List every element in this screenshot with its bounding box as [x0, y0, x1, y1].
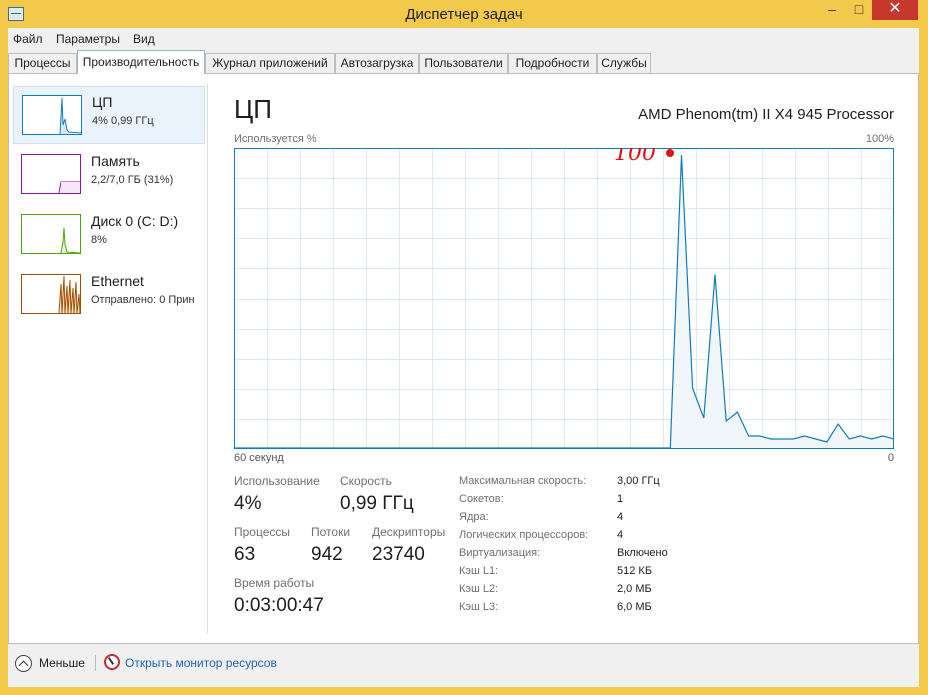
info-value-cores: 4: [617, 511, 624, 523]
axis-time-label: 60 секунд: [234, 452, 284, 464]
handles-value: 23740: [372, 544, 425, 565]
sidebar-item-title: Диск 0 (C: D:): [91, 213, 179, 229]
window-title: Диспетчер задач: [405, 6, 523, 23]
sidebar-item-subtitle: 8%: [91, 234, 107, 246]
minimize-button[interactable]: –: [818, 0, 846, 20]
tab-strip: Процессы Производительность Журнал прило…: [8, 50, 919, 74]
processes-label: Процессы: [234, 525, 291, 539]
info-value-logical-processors: 4: [617, 529, 624, 541]
sidebar-item-title: ЦП: [92, 94, 113, 110]
sidebar-item-memory[interactable]: Память 2,2/7,0 ГБ (31%): [13, 146, 205, 204]
menu-view[interactable]: Вид: [133, 32, 155, 46]
cpu-model-name: AMD Phenom(tm) II X4 945 Processor: [638, 106, 894, 123]
processes-value: 63: [234, 544, 256, 565]
info-key-sockets: Сокетов:: [459, 493, 504, 505]
info-key-l3-cache: Кэш L3:: [459, 601, 499, 613]
close-button[interactable]: ✕: [872, 0, 918, 20]
footer-bar: Меньше Открыть монитор ресурсов: [8, 644, 919, 687]
sidebar-item-ethernet[interactable]: Ethernet Отправлено: 0 Прин: [13, 266, 205, 324]
sidebar-item-disk[interactable]: Диск 0 (C: D:) 8%: [13, 206, 205, 264]
task-manager-window: Диспетчер задач – □ ✕ Файл Параметры Вид…: [0, 0, 928, 695]
speed-label: Скорость: [340, 474, 392, 488]
threads-label: Потоки: [311, 525, 351, 539]
memory-thumbnail: [21, 154, 81, 194]
resource-sidebar: ЦП 4% 0,99 ГГц Память 2,2/7,0 ГБ (31%) Д…: [9, 74, 208, 643]
tab-details[interactable]: Подробности: [508, 53, 597, 74]
info-key-virtualization: Виртуализация:: [459, 547, 541, 559]
info-key-cores: Ядра:: [459, 511, 489, 523]
disk-thumbnail-graph: [21, 214, 81, 254]
threads-value: 942: [311, 544, 343, 565]
info-value-max-speed: 3,00 ГГц: [617, 475, 660, 487]
handwritten-annotation: 100: [614, 141, 674, 166]
disk-thumbnail: [21, 214, 81, 254]
info-key-logical-processors: Логических процессоров:: [459, 529, 589, 541]
uptime-value: 0:03:00:47: [234, 595, 324, 616]
menu-bar: Файл Параметры Вид: [8, 28, 919, 50]
info-key-l2-cache: Кэш L2:: [459, 583, 499, 595]
cpu-detail-pane: ЦП AMD Phenom(tm) II X4 945 Processor Ис…: [234, 74, 904, 643]
cpu-thumbnail: [22, 95, 82, 135]
tab-performance[interactable]: Производительность: [77, 50, 205, 74]
graph-label: Используется %: [234, 133, 317, 145]
usage-value: 4%: [234, 493, 262, 514]
tab-startup[interactable]: Автозагрузка: [335, 53, 419, 74]
graph-max-label: 100%: [865, 133, 894, 145]
axis-zero-label: 0: [887, 452, 894, 464]
memory-thumbnail-graph: [21, 154, 81, 194]
info-value-l2-cache: 2,0 МБ: [617, 583, 652, 595]
performance-panel: ЦП 4% 0,99 ГГц Память 2,2/7,0 ГБ (31%) Д…: [8, 73, 919, 644]
speed-value: 0,99 ГГц: [340, 493, 414, 514]
uptime-label: Время работы: [234, 576, 315, 590]
sidebar-item-cpu[interactable]: ЦП 4% 0,99 ГГц: [13, 86, 205, 144]
resource-monitor-icon[interactable]: [104, 654, 120, 670]
tab-processes[interactable]: Процессы: [8, 53, 77, 74]
sidebar-divider: [207, 84, 208, 634]
info-value-virtualization: Включено: [617, 547, 668, 559]
info-value-sockets: 1: [617, 493, 624, 505]
cpu-usage-graph: 100: [234, 141, 895, 449]
sidebar-item-subtitle: Отправлено: 0 Прин: [91, 294, 195, 306]
info-value-l3-cache: 6,0 МБ: [617, 601, 652, 613]
info-value-l1-cache: 512 КБ: [617, 565, 653, 577]
ethernet-thumbnail-graph: [21, 274, 81, 314]
cpu-thumbnail-graph: [22, 95, 82, 135]
maximize-button[interactable]: □: [846, 0, 872, 20]
page-title: ЦП: [234, 94, 272, 124]
info-key-l1-cache: Кэш L1:: [459, 565, 499, 577]
sidebar-item-title: Память: [91, 153, 140, 169]
usage-label: Использование: [234, 474, 320, 488]
title-bar[interactable]: Диспетчер задач – □ ✕: [0, 0, 928, 28]
client-area: Файл Параметры Вид Процессы Производител…: [8, 28, 919, 687]
sidebar-item-subtitle: 2,2/7,0 ГБ (31%): [91, 174, 174, 186]
annotation-marker: [666, 149, 674, 157]
cpu-usage-chart: 100: [234, 141, 895, 449]
ethernet-thumbnail: [21, 274, 81, 314]
menu-options[interactable]: Параметры: [56, 32, 120, 46]
menu-file[interactable]: Файл: [13, 32, 43, 46]
tab-users[interactable]: Пользователи: [419, 53, 508, 74]
handles-label: Дескрипторы: [372, 525, 446, 539]
open-resource-monitor-link[interactable]: Открыть монитор ресурсов: [125, 656, 277, 670]
tab-app-history[interactable]: Журнал приложений: [205, 53, 335, 74]
annotation-text: 100: [614, 148, 656, 166]
fewer-details-button[interactable]: Меньше: [39, 656, 85, 670]
info-key-max-speed: Максимальная скорость:: [459, 475, 587, 487]
tab-services[interactable]: Службы: [597, 53, 651, 74]
footer-separator: [95, 655, 96, 671]
sidebar-item-title: Ethernet: [91, 273, 144, 289]
graph-grid: [234, 148, 894, 449]
sidebar-item-subtitle: 4% 0,99 ГГц: [92, 115, 154, 127]
chevron-up-circle-icon[interactable]: [15, 655, 32, 672]
